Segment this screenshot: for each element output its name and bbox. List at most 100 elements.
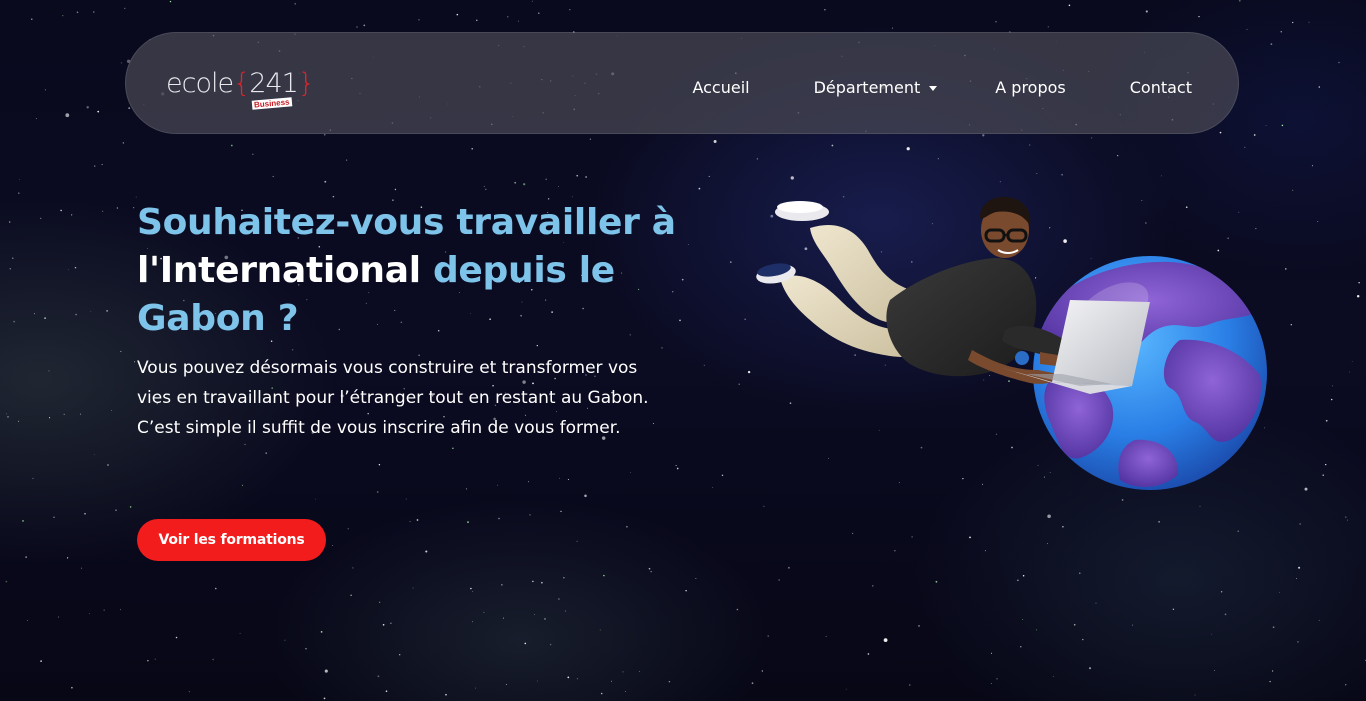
star — [241, 484, 243, 486]
star — [1349, 371, 1351, 373]
star — [685, 589, 687, 592]
star — [94, 165, 96, 167]
star — [1022, 618, 1024, 621]
star — [528, 481, 529, 483]
star — [1047, 514, 1051, 519]
star — [320, 631, 323, 633]
star — [60, 209, 62, 212]
star — [1345, 516, 1347, 518]
star — [1219, 131, 1222, 134]
star — [456, 13, 459, 16]
star — [1308, 21, 1310, 23]
star — [995, 20, 997, 23]
star — [124, 7, 126, 9]
star — [18, 420, 20, 422]
star — [409, 521, 411, 523]
star — [1145, 10, 1148, 13]
star — [399, 654, 401, 656]
star — [452, 447, 454, 449]
star — [567, 676, 570, 679]
star — [825, 636, 827, 637]
star — [175, 636, 178, 639]
star — [1091, 137, 1093, 139]
star — [1351, 361, 1353, 362]
star — [315, 498, 317, 500]
star — [76, 11, 79, 14]
star — [485, 188, 487, 191]
star — [86, 106, 89, 109]
star — [501, 584, 503, 586]
logo[interactable]: ecole{241} Business — [166, 67, 315, 113]
star — [584, 494, 587, 498]
star — [603, 574, 605, 577]
star — [324, 669, 328, 673]
star — [529, 514, 531, 516]
star — [230, 144, 233, 147]
star — [378, 601, 381, 603]
star — [25, 556, 27, 558]
nav-item-label: Département — [813, 78, 921, 97]
star — [1290, 324, 1292, 326]
star — [1161, 175, 1162, 177]
star — [629, 471, 631, 473]
star — [498, 517, 500, 520]
star — [405, 498, 407, 500]
star — [611, 680, 612, 682]
star — [265, 452, 267, 454]
hero-description-line: C’est simple il suffit de vous inscrire … — [137, 418, 621, 438]
star — [1238, 0, 1241, 2]
star — [1158, 521, 1160, 523]
star — [476, 19, 478, 22]
star — [356, 26, 358, 28]
star — [48, 370, 50, 372]
star — [935, 580, 938, 583]
star — [483, 186, 485, 187]
star — [999, 181, 1001, 183]
nav-item-contact[interactable]: Contact — [1130, 77, 1192, 99]
star — [1047, 26, 1049, 28]
star — [497, 484, 498, 486]
star — [66, 557, 69, 559]
star — [120, 609, 121, 611]
star — [713, 140, 717, 143]
view-formations-button[interactable]: Voir les formations — [137, 519, 326, 561]
star — [698, 187, 701, 190]
star — [1325, 463, 1327, 466]
star — [390, 622, 392, 624]
star — [532, 580, 534, 583]
star — [1088, 667, 1092, 670]
star — [18, 192, 20, 194]
star — [883, 638, 888, 642]
star — [1345, 684, 1347, 686]
star — [93, 11, 95, 13]
star — [576, 174, 579, 177]
nav-item-a-propos[interactable]: A propos — [995, 77, 1065, 99]
star — [26, 620, 28, 621]
star — [872, 585, 874, 587]
star — [62, 14, 64, 17]
star — [1061, 173, 1063, 176]
star — [215, 587, 217, 590]
star — [1297, 641, 1299, 643]
star — [517, 20, 519, 22]
star — [134, 361, 136, 363]
star — [412, 587, 414, 589]
star — [1198, 15, 1200, 18]
star — [761, 670, 763, 672]
hero-description: Vous pouvez désormais vous construire et… — [137, 353, 657, 443]
logo-wordmark: ecole{241} — [166, 68, 315, 99]
star — [1068, 4, 1071, 7]
star — [1338, 61, 1340, 64]
star — [1244, 146, 1246, 148]
star — [44, 89, 46, 91]
star — [571, 196, 573, 198]
star — [252, 153, 254, 155]
star — [5, 580, 8, 583]
star — [67, 268, 69, 270]
star — [1271, 670, 1274, 672]
star — [567, 478, 569, 481]
nav-item-accueil[interactable]: Accueil — [692, 77, 749, 99]
star — [116, 207, 119, 209]
nav-item-departement[interactable]: Département — [814, 77, 938, 99]
star — [84, 513, 86, 515]
